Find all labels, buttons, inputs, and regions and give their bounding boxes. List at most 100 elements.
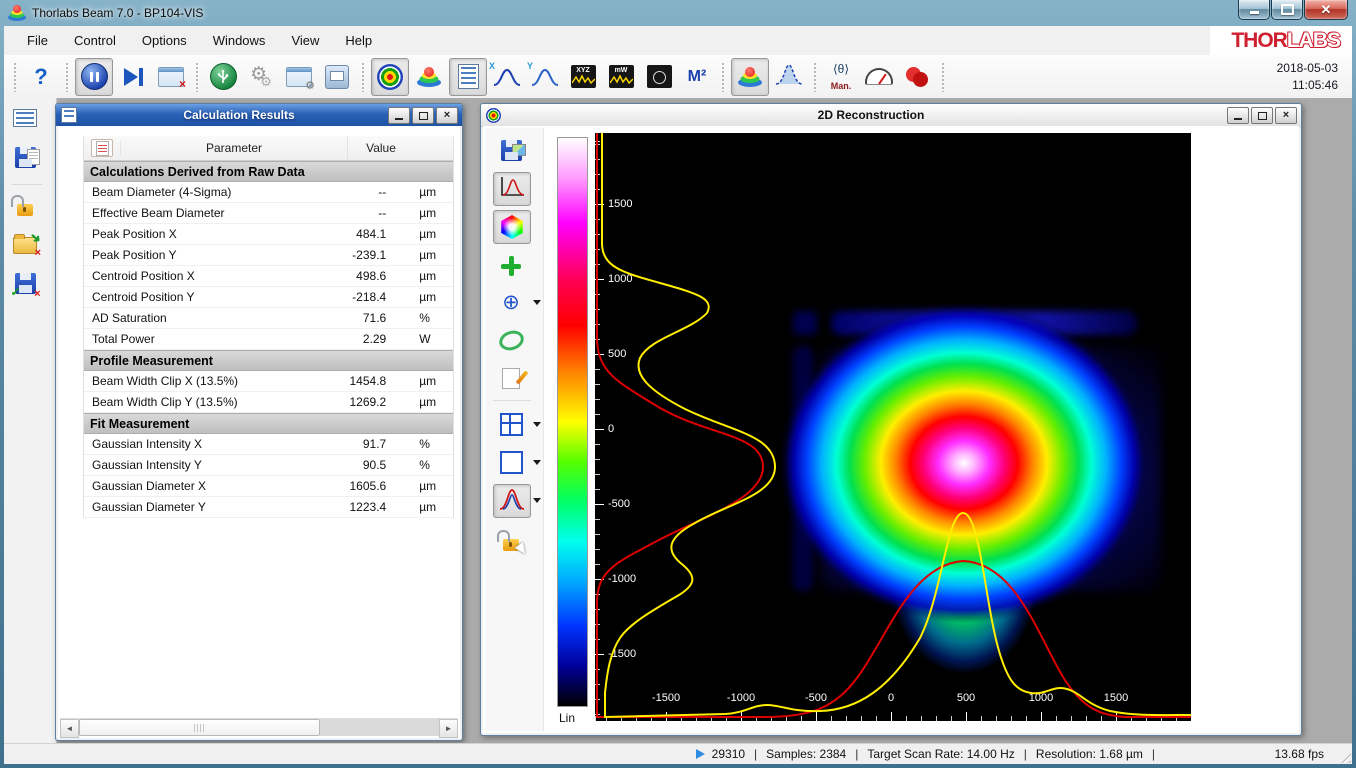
menu-file[interactable]: File [14, 29, 61, 52]
table-row[interactable]: Peak Position X 484.1 µm [84, 224, 453, 245]
color-palette-button[interactable] [493, 210, 531, 244]
device-manager-button[interactable] [319, 59, 355, 95]
save-image-button[interactable] [493, 134, 529, 166]
calculation-results-button[interactable] [449, 57, 487, 96]
recon-close-button[interactable]: × [1275, 107, 1297, 124]
camera-view-button[interactable] [641, 59, 677, 95]
fit-curves-overlay-button[interactable] [493, 484, 531, 518]
table-row[interactable]: Gaussian Diameter X 1605.6 µm [84, 476, 453, 497]
menu-help[interactable]: Help [332, 29, 385, 52]
target-view-button[interactable] [371, 57, 409, 96]
menu-options[interactable]: Options [129, 29, 200, 52]
m-squared-button[interactable]: M² [679, 59, 715, 95]
value-cell: 91.7 [362, 437, 387, 451]
profiles-overlay-button[interactable] [493, 172, 531, 206]
parameter-cell: Gaussian Intensity X [92, 437, 203, 451]
single-shot-button[interactable] [115, 59, 151, 95]
parameter-column-header[interactable]: Parameter [120, 141, 347, 155]
table-row[interactable]: Gaussian Intensity X 91.7% [84, 434, 453, 455]
parameter-cell: Total Power [92, 332, 155, 346]
power-chart-button[interactable]: mW [603, 59, 639, 95]
2d-reconstruction-button[interactable] [731, 57, 769, 96]
calc-minimize-button[interactable] [388, 107, 410, 124]
title-bar[interactable]: Thorlabs Beam 7.0 - BP104-VIS ✕ [0, 0, 1356, 26]
toolbar-grip [813, 61, 817, 92]
recon-maximize-button[interactable] [1251, 107, 1273, 124]
device-settings-button[interactable]: ⚙ [281, 59, 317, 95]
table-row[interactable]: Centroid Position X 498.6 µm [84, 266, 453, 287]
table-row[interactable]: AD Saturation 71.6% [84, 308, 453, 329]
horizontal-scrollbar[interactable]: ◄ ► [60, 718, 458, 738]
report-icon-cell[interactable] [84, 139, 120, 157]
window-title: Thorlabs Beam 7.0 - BP104-VIS [32, 6, 204, 20]
table-row[interactable]: Total Power 2.29 W [84, 329, 453, 350]
table-row[interactable]: Peak Position Y -239.1 µm [84, 245, 453, 266]
close-button[interactable]: ✕ [1304, 0, 1348, 20]
rectangle-overlay-button[interactable] [493, 446, 529, 478]
measured-profile-curve [601, 133, 1191, 719]
grid-overlay-button[interactable] [493, 408, 529, 440]
calc-maximize-button[interactable] [412, 107, 434, 124]
minimize-button[interactable] [1238, 0, 1270, 20]
gaussian-fit-icon [775, 63, 803, 90]
ellipse-marker-button[interactable] [493, 324, 529, 356]
y-profile-button[interactable]: Y [527, 59, 563, 95]
add-marker-button[interactable] [493, 250, 529, 282]
maximize-button[interactable] [1271, 0, 1303, 20]
table-row[interactable]: Beam Diameter (4-Sigma) -- µm [84, 182, 453, 203]
table-row[interactable]: Gaussian Diameter Y 1223.4 µm [84, 497, 453, 518]
laser-spot-button[interactable] [899, 59, 935, 95]
beam-profile-button[interactable] [411, 59, 447, 95]
settings-button[interactable]: ⚙ ⚙ [243, 59, 279, 95]
value-column-header[interactable]: Value [347, 136, 414, 160]
lock-results-button[interactable] [9, 190, 41, 220]
menu-bar: File Control Options Windows View Help THOR LA… [4, 26, 1352, 56]
recon-window-titlebar[interactable]: 2D Reconstruction × [481, 104, 1301, 127]
gaussian-fit-button[interactable] [771, 59, 807, 95]
power-meter-button[interactable] [861, 59, 897, 95]
table-row[interactable]: Beam Width Clip Y (13.5%) 1269.2 µm [84, 392, 453, 413]
divergence-manual-button[interactable]: ⟨θ⟩ Man. [823, 59, 859, 95]
export-data-button[interactable]: ➜ × [9, 228, 45, 259]
x-profile-button[interactable]: X [489, 59, 525, 95]
table-row[interactable]: Centroid Position Y -218.4 µm [84, 287, 453, 308]
crosshair-dropdown[interactable] [533, 300, 541, 305]
grid-dropdown[interactable] [533, 422, 541, 427]
scrollbar-thumb[interactable] [79, 719, 320, 736]
rectangle-dropdown[interactable] [533, 460, 541, 465]
pause-button[interactable] [75, 57, 113, 96]
calculation-results-window: Calculation Results × Parameter Value Ca… [55, 103, 463, 741]
edit-annotations-button[interactable] [493, 362, 529, 394]
table-row[interactable]: Gaussian Intensity Y 90.5% [84, 455, 453, 476]
scroll-right-button[interactable]: ► [439, 719, 458, 738]
fit-curves-icon [499, 488, 525, 515]
usb-connection-button[interactable] [205, 59, 241, 95]
recon-window-icon [486, 107, 501, 123]
calc-window-titlebar[interactable]: Calculation Results × [56, 104, 462, 126]
xyz-chart-button[interactable]: XYZ [565, 59, 601, 95]
plot-area[interactable]: -1500 -1000 -500 0 500 1000 1500 1500 1000 500 0 -5… [595, 133, 1191, 721]
save-results-button[interactable] [9, 142, 41, 172]
menu-control[interactable]: Control [61, 29, 129, 52]
table-row[interactable]: Effective Beam Diameter -- µm [84, 203, 453, 224]
thorlabs-logo: THOR LABS [1210, 26, 1352, 55]
menu-view[interactable]: View [278, 29, 332, 52]
scroll-left-button[interactable]: ◄ [60, 719, 79, 738]
menu-windows[interactable]: Windows [200, 29, 279, 52]
crosshair-marker-button[interactable]: ⊕ [493, 286, 529, 318]
status-info-cluster: 29310Samples: 2384Target Scan Rate: 14.0… [695, 747, 1352, 761]
calc-close-button[interactable]: × [436, 107, 458, 124]
table-row[interactable]: Beam Width Clip X (13.5%) 1454.8 µm [84, 371, 453, 392]
lock-cursor-button[interactable] [493, 524, 530, 557]
panel-list-button[interactable] [9, 103, 41, 133]
fit-dropdown[interactable] [533, 498, 541, 503]
save-options-button[interactable]: ✓ × [9, 268, 41, 300]
parameter-cell: Centroid Position X [92, 269, 195, 283]
close-live-view-button[interactable]: × [153, 59, 189, 95]
scale-mode-label[interactable]: Lin [559, 711, 575, 725]
help-button[interactable]: ? [23, 59, 59, 95]
recon-minimize-button[interactable] [1227, 107, 1249, 124]
profile-curve-icon [499, 176, 525, 203]
minimize-icon [1234, 117, 1242, 120]
scrollbar-track[interactable] [319, 719, 439, 736]
